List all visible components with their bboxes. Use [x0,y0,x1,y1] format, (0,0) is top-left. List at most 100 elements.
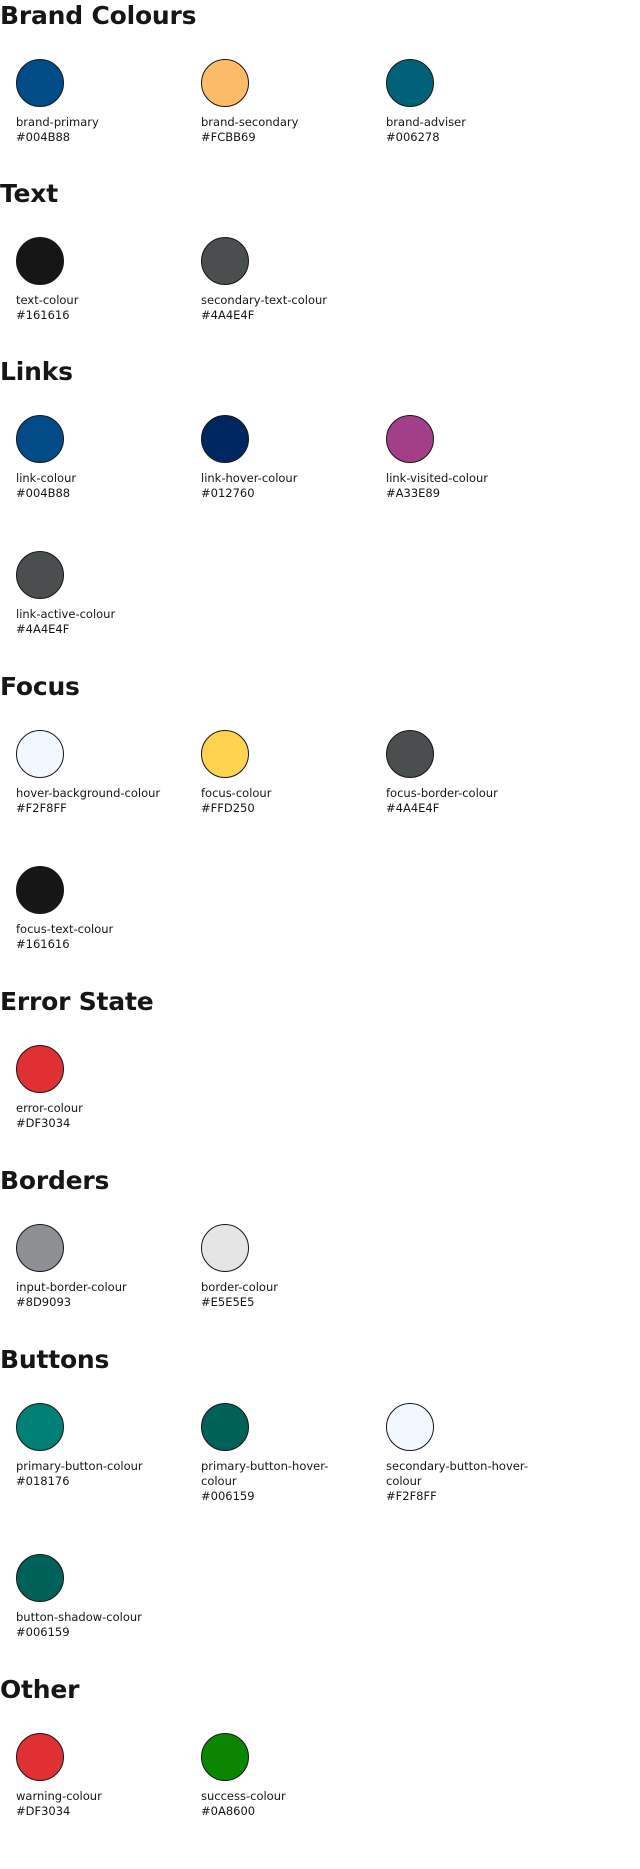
colour-circle [16,1224,64,1272]
swatch-label: brand-adviser #006278 [386,115,536,145]
swatch-label: warning-colour #DF3034 [16,1789,166,1819]
swatch-hex: #006159 [201,1489,255,1503]
swatch-hex: #F2F8FF [16,801,67,815]
colour-circle [16,415,64,463]
swatch-label: primary-button-hover-colour #006159 [201,1459,351,1504]
colour-swatch: secondary-button-hover-colour #F2F8FF [386,1403,571,1554]
swatch-label: link-hover-colour #012760 [201,471,351,501]
palette-section: Borders input-border-colour #8D9093 border-… [0,1165,640,1360]
palette-section: Buttons primary-button-colour #018176 prima… [0,1344,640,1690]
colour-swatch: link-active-colour #4A4E4F [16,551,201,687]
colour-circle [386,59,434,107]
swatch-hex: #006278 [386,130,440,144]
swatch-hex: #006159 [16,1625,70,1639]
colour-circle [16,551,64,599]
swatch-label: focus-text-colour #161616 [16,922,166,952]
swatch-grid: primary-button-colour #018176 primary-butt… [0,1403,640,1690]
palette-section: Other warning-colour #DF3034 success-colour… [0,1674,640,1869]
colour-circle [201,59,249,107]
swatch-label: button-shadow-colour #006159 [16,1610,166,1640]
swatch-hex: #018176 [16,1474,70,1488]
swatch-label: hover-background-colour #F2F8FF [16,786,166,816]
swatch-grid: hover-background-colour #F2F8FF focus-colo… [0,730,640,1002]
swatch-label: text-colour #161616 [16,293,166,323]
palette-section: Error State error-colour #DF3034 [0,986,640,1181]
swatch-hex: #4A4E4F [16,622,70,636]
palette-section: Focus hover-background-colour #F2F8FF focus… [0,671,640,1002]
colour-circle [16,1733,64,1781]
swatch-name: primary-button-colour [16,1459,143,1473]
colour-swatch: brand-primary #004B88 [16,59,201,195]
swatch-hex: #161616 [16,937,70,951]
colour-swatch: secondary-text-colour #4A4E4F [201,237,386,373]
swatch-name: border-colour [201,1280,278,1294]
swatch-hex: #DF3034 [16,1804,71,1818]
swatch-hex: #8D9093 [16,1295,72,1309]
colour-circle [201,1733,249,1781]
swatch-hex: #DF3034 [16,1116,71,1130]
swatch-name: success-colour [201,1789,286,1803]
swatch-name: error-colour [16,1101,83,1115]
colour-circle [16,1403,64,1451]
colour-circle [16,730,64,778]
colour-swatch: brand-secondary #FCBB69 [201,59,386,195]
swatch-hex: #4A4E4F [386,801,440,815]
colour-swatch: primary-button-colour #018176 [16,1403,201,1554]
swatch-hex: #FFD250 [201,801,255,815]
swatch-name: secondary-text-colour [201,293,327,307]
swatch-name: link-visited-colour [386,471,489,485]
swatch-label: link-active-colour #4A4E4F [16,607,166,637]
colour-circle [16,1554,64,1602]
swatch-hex: #FCBB69 [201,130,256,144]
swatch-hex: #A33E89 [386,486,441,500]
swatch-grid: link-colour #004B88 link-hover-colour #0127… [0,415,640,687]
colour-swatch: error-colour #DF3034 [16,1045,201,1181]
colour-circle [201,237,249,285]
colour-circle [201,1403,249,1451]
swatch-hex: #0A8600 [201,1804,256,1818]
swatch-name: primary-button-hover-colour [201,1459,329,1488]
swatch-name: brand-secondary [201,115,299,129]
section-title: Borders [0,1166,110,1195]
swatch-hex: #F2F8FF [386,1489,437,1503]
colour-circle [386,415,434,463]
colour-circle [386,730,434,778]
section-title: Text [0,179,58,208]
colour-swatch: link-colour #004B88 [16,415,201,551]
colour-circle [201,730,249,778]
colour-swatch: input-border-colour #8D9093 [16,1224,201,1360]
swatch-label: brand-secondary #FCBB69 [201,115,351,145]
colour-swatch: focus-colour #FFD250 [201,730,386,866]
swatch-label: focus-border-colour #4A4E4F [386,786,536,816]
swatch-hex: #4A4E4F [201,308,255,322]
swatch-hex: #E5E5E5 [201,1295,255,1309]
colour-circle [16,59,64,107]
colour-swatch: brand-adviser #006278 [386,59,571,195]
swatch-label: secondary-text-colour #4A4E4F [201,293,351,323]
colour-circle [16,237,64,285]
swatch-grid: warning-colour #DF3034 success-colour #0A86… [0,1733,640,1869]
swatch-label: success-colour #0A8600 [201,1789,351,1819]
swatch-name: warning-colour [16,1789,102,1803]
swatch-name: focus-colour [201,786,272,800]
colour-circle [16,866,64,914]
swatch-grid: text-colour #161616 secondary-text-colour #… [0,237,640,373]
colour-swatch: link-visited-colour #A33E89 [386,415,571,551]
colour-swatch: text-colour #161616 [16,237,201,373]
swatch-hex: #004B88 [16,486,71,500]
swatch-label: primary-button-colour #018176 [16,1459,166,1489]
colour-circle [201,415,249,463]
swatch-label: focus-colour #FFD250 [201,786,351,816]
swatch-grid: brand-primary #004B88 brand-secondary #FCBB… [0,59,640,195]
swatch-label: border-colour #E5E5E5 [201,1280,351,1310]
swatch-hex: #004B88 [16,130,71,144]
section-title: Other [0,1675,80,1704]
swatch-label: secondary-button-hover-colour #F2F8FF [386,1459,536,1504]
colour-swatch: link-hover-colour #012760 [201,415,386,551]
swatch-name: button-shadow-colour [16,1610,142,1624]
swatch-grid: input-border-colour #8D9093 border-colour #… [0,1224,640,1360]
swatch-name: hover-background-colour [16,786,161,800]
swatch-label: brand-primary #004B88 [16,115,166,145]
swatch-label: link-visited-colour #A33E89 [386,471,536,501]
colour-swatch: border-colour #E5E5E5 [201,1224,386,1360]
